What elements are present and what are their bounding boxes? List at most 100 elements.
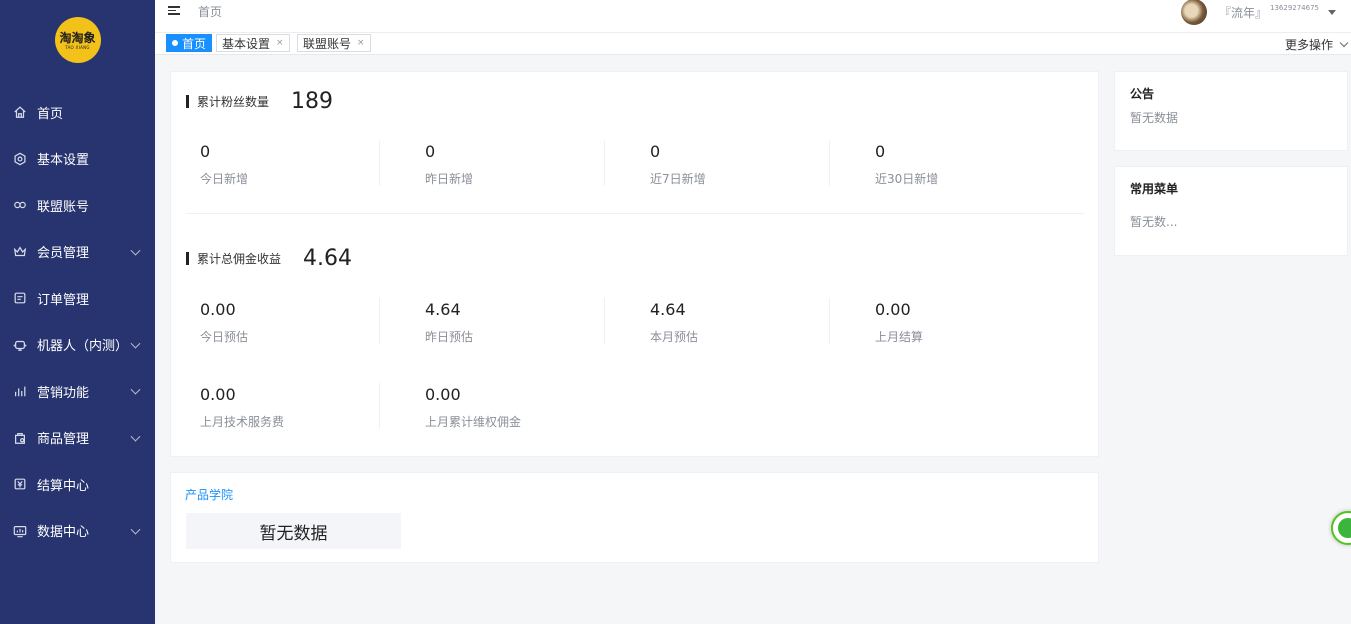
sidebar-item-home[interactable]: 首页 — [0, 89, 155, 136]
sidebar-item-label: 营销功能 — [37, 385, 90, 401]
chevron-down-icon — [130, 384, 141, 395]
stat-value: 0.00 — [875, 300, 911, 319]
settlement-icon — [12, 477, 27, 492]
tab-label: 联盟账号 — [303, 36, 352, 51]
page-tabs-bar: 首页 基本设置 × 联盟账号 × 更多操作 — [155, 32, 1351, 55]
divider — [379, 298, 380, 344]
section-marker — [186, 252, 189, 265]
stat-value: 0.00 — [425, 385, 461, 404]
sidebar-item-label: 商品管理 — [37, 432, 90, 448]
stat-value: 0 — [875, 142, 886, 161]
fans-total: 189 — [291, 89, 334, 114]
sidebar-item-settlement[interactable]: 结算中心 — [0, 461, 155, 508]
more-operations-label: 更多操作 — [1284, 38, 1333, 52]
monitor-icon — [12, 523, 27, 538]
more-operations-button[interactable]: 更多操作 — [1284, 36, 1349, 53]
sidebar: 淘淘象 TAO XIANG 首页 基本设置 联盟账号 会员管理 订单管理 机器人… — [0, 0, 155, 624]
common-menu-title: 常用菜单 — [1130, 182, 1179, 196]
user-menu[interactable]: 『流年』 13629274675 — [1180, 0, 1336, 25]
stat-value: 0 — [425, 142, 436, 161]
academy-empty-state: 暂无数据 — [186, 513, 401, 549]
divider — [829, 140, 830, 186]
chart-icon — [12, 384, 27, 399]
logo-area: 淘淘象 TAO XIANG — [0, 0, 155, 80]
settings-icon — [12, 151, 27, 166]
chevron-down-icon — [130, 338, 141, 349]
chevron-down-icon — [130, 245, 141, 256]
sidebar-item-label: 会员管理 — [37, 246, 90, 262]
sidebar-item-alliance-account[interactable]: 联盟账号 — [0, 182, 155, 229]
commission-title: 累计总佣金收益 — [197, 252, 282, 266]
common-menu-card: 常用菜单 暂无数... — [1114, 166, 1348, 256]
stat-yesterday-estimate: 4.64 昨日预估 — [425, 300, 650, 345]
tab-label: 基本设置 — [222, 36, 271, 51]
stat-value: 0.00 — [200, 300, 236, 319]
chevron-down-icon — [130, 431, 141, 442]
menu-toggle-icon[interactable] — [168, 4, 180, 16]
order-icon — [12, 291, 27, 306]
stat-value: 0 — [200, 142, 211, 161]
sidebar-item-label: 联盟账号 — [37, 199, 90, 215]
stat-month-estimate: 4.64 本月预估 — [650, 300, 875, 345]
sidebar-item-label: 首页 — [37, 106, 64, 122]
divider — [604, 298, 605, 344]
product-academy-link[interactable]: 产品学院 — [185, 486, 233, 503]
divider — [379, 140, 380, 186]
close-icon[interactable]: × — [276, 38, 284, 48]
sidebar-item-robot[interactable]: 机器人（内测） — [0, 322, 155, 369]
stat-label: 今日预估 — [200, 330, 249, 344]
stat-last-month-rights-commission: 0.00 上月累计维权佣金 — [425, 385, 650, 430]
stat-label: 近30日新增 — [875, 172, 939, 186]
stat-label: 昨日新增 — [425, 172, 474, 186]
link-icon — [12, 198, 27, 213]
top-header: 首页 『流年』 13629274675 — [155, 0, 1351, 32]
stat-last-month-settled: 0.00 上月结算 — [875, 300, 1100, 345]
stat-label: 近7日新增 — [650, 172, 706, 186]
product-academy-card: 产品学院 暂无数据 — [170, 472, 1099, 563]
notice-card: 公告 暂无数据 — [1114, 71, 1348, 151]
stat-label: 本月预估 — [650, 330, 699, 344]
floating-service-button[interactable] — [1331, 511, 1351, 545]
sidebar-item-label: 机器人（内测） — [37, 339, 129, 355]
sidebar-item-data-center[interactable]: 数据中心 — [0, 508, 155, 555]
fans-header: 累计粉丝数量 189 — [186, 89, 333, 114]
stat-yesterday-new: 0 昨日新增 — [425, 142, 650, 187]
notice-title: 公告 — [1130, 87, 1155, 101]
commission-total: 4.64 — [303, 246, 352, 271]
stat-last-month-service-fee: 0.00 上月技术服务费 — [200, 385, 425, 430]
tab-basic-settings[interactable]: 基本设置 × — [216, 34, 290, 52]
sidebar-item-label: 基本设置 — [37, 153, 90, 169]
user-phone: 13629274675 — [1270, 4, 1319, 12]
fans-title: 累计粉丝数量 — [197, 95, 270, 109]
stats-card: 累计粉丝数量 189 0 今日新增 0 昨日新增 0 近7日新增 0 近30日新… — [170, 71, 1099, 457]
sidebar-item-basic-settings[interactable]: 基本设置 — [0, 136, 155, 183]
tab-alliance-account[interactable]: 联盟账号 × — [297, 34, 371, 52]
user-name: 『流年』 — [1218, 5, 1267, 20]
sidebar-item-label: 结算中心 — [37, 478, 90, 494]
divider — [604, 140, 605, 186]
divider — [379, 383, 380, 429]
sidebar-item-member-management[interactable]: 会员管理 — [0, 229, 155, 276]
goods-icon — [12, 430, 27, 445]
empty-text: 暂无数据 — [259, 523, 328, 544]
chevron-down-icon — [1339, 38, 1349, 47]
stat-value: 4.64 — [425, 300, 461, 319]
sidebar-item-goods-management[interactable]: 商品管理 — [0, 415, 155, 462]
logo-text: 淘淘象 — [59, 30, 96, 45]
stat-label: 昨日预估 — [425, 330, 474, 344]
sidebar-item-marketing[interactable]: 营销功能 — [0, 368, 155, 415]
tab-home[interactable]: 首页 — [166, 34, 213, 52]
caret-down-icon[interactable] — [1328, 9, 1336, 15]
stat-value: 4.64 — [650, 300, 686, 319]
notice-empty-text: 暂无数据 — [1130, 111, 1179, 125]
avatar[interactable] — [1180, 0, 1207, 25]
commission-header: 累计总佣金收益 4.64 — [186, 246, 352, 271]
stat-30day-new: 0 近30日新增 — [875, 142, 1100, 187]
close-icon[interactable]: × — [357, 38, 365, 48]
divider — [829, 298, 830, 344]
section-divider — [186, 213, 1084, 214]
service-icon — [1338, 518, 1351, 538]
tab-label: 首页 — [182, 36, 207, 51]
brand-logo[interactable]: 淘淘象 TAO XIANG — [54, 17, 101, 63]
sidebar-item-order-management[interactable]: 订单管理 — [0, 275, 155, 322]
